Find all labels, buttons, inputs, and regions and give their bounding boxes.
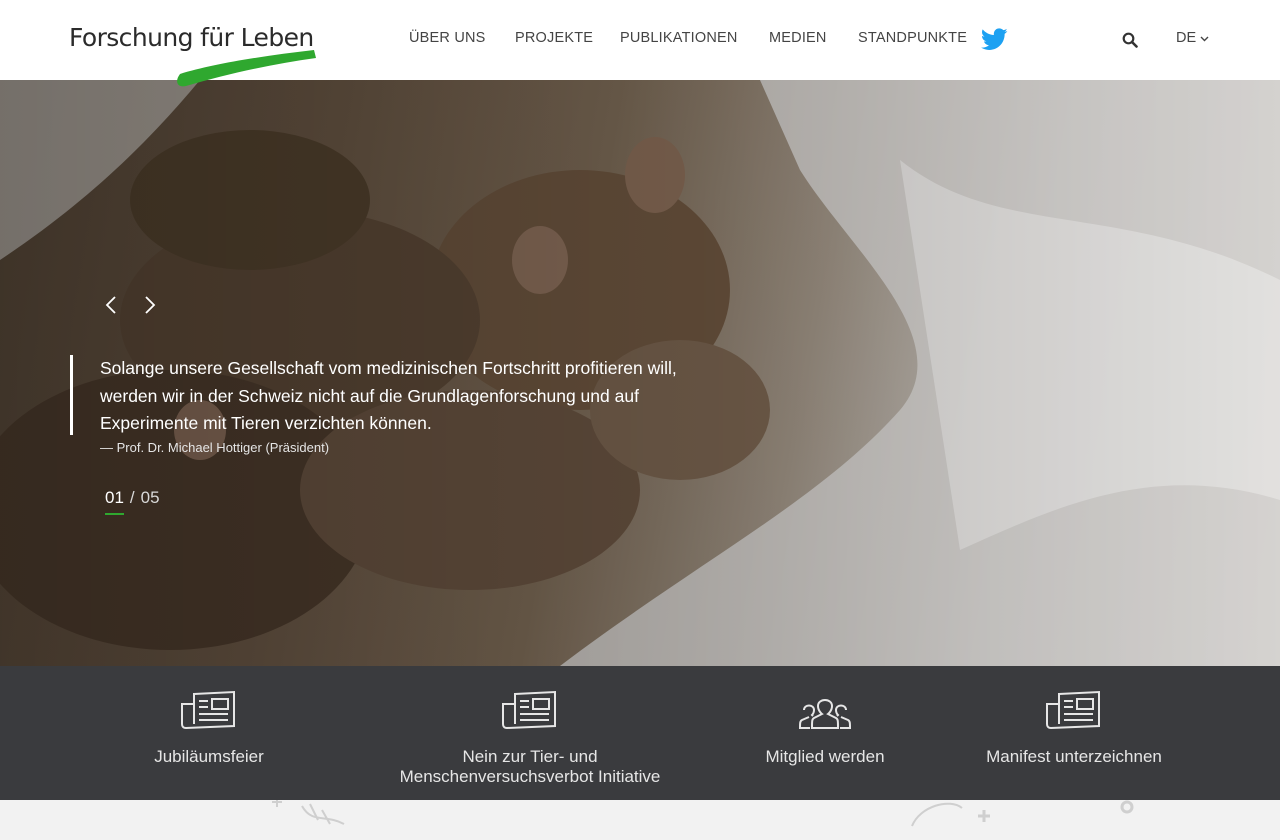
feature-mitglied-werden[interactable]: Mitglied werden bbox=[725, 666, 925, 800]
feature-label: Nein zur Tier- und Menschenversuchsverbo… bbox=[399, 747, 661, 786]
newspaper-icon bbox=[1046, 690, 1100, 730]
site-logo[interactable]: Forschung für Leben bbox=[68, 20, 318, 88]
language-label: DE bbox=[1176, 30, 1197, 46]
nav-item-standpunkte[interactable]: STANDPUNKTE bbox=[858, 30, 967, 46]
newspaper-icon bbox=[502, 690, 556, 730]
feature-manifest-unterzeichnen[interactable]: Manifest unterzeichnen bbox=[964, 666, 1184, 800]
nav-item-projekte[interactable]: PROJEKTE bbox=[515, 30, 593, 46]
feature-label: Mitglied werden bbox=[765, 747, 885, 766]
feature-bar: Jubiläumsfeier Nein zur Tier- und Mensch… bbox=[0, 666, 1280, 800]
nav-item-medien[interactable]: MEDIEN bbox=[769, 30, 827, 46]
nav-item-ueber-uns[interactable]: ÜBER UNS bbox=[409, 30, 486, 46]
slide-total: 05 bbox=[140, 488, 160, 507]
decorative-doodles bbox=[272, 797, 1134, 827]
hero-quote: Solange unsere Gesellschaft vom medizini… bbox=[100, 358, 677, 433]
site-header: Forschung für Leben ÜBER UNS PROJEKTE PU… bbox=[0, 0, 1280, 87]
next-slide-icon[interactable] bbox=[143, 295, 157, 315]
group-icon bbox=[798, 699, 852, 729]
logo-swoosh bbox=[177, 50, 316, 87]
search-icon[interactable] bbox=[1122, 32, 1138, 48]
nav-item-publikationen[interactable]: PUBLIKATIONEN bbox=[620, 30, 738, 46]
twitter-icon[interactable] bbox=[981, 28, 1008, 51]
feature-label: Manifest unterzeichnen bbox=[986, 747, 1162, 766]
chevron-down-icon bbox=[1200, 36, 1209, 42]
previous-slide-icon[interactable] bbox=[104, 295, 118, 315]
decorative-strip bbox=[0, 797, 1280, 840]
newspaper-icon bbox=[181, 690, 235, 730]
slide-counter: 01 / 05 bbox=[105, 488, 160, 515]
feature-jubilaeumsfeier[interactable]: Jubiläumsfeier bbox=[109, 666, 309, 800]
feature-label: Jubiläumsfeier bbox=[154, 747, 264, 766]
slide-current: 01 bbox=[105, 488, 124, 515]
feature-initiative[interactable]: Nein zur Tier- und Menschenversuchsverbo… bbox=[370, 666, 690, 800]
hero-slider: Solange unsere Gesellschaft vom medizini… bbox=[0, 80, 1280, 666]
hero-citation: — Prof. Dr. Michael Hottiger (Präsident) bbox=[100, 440, 330, 455]
quote-bar bbox=[70, 355, 73, 435]
slide-separator: / bbox=[129, 488, 135, 507]
language-selector[interactable]: DE bbox=[1176, 30, 1209, 46]
